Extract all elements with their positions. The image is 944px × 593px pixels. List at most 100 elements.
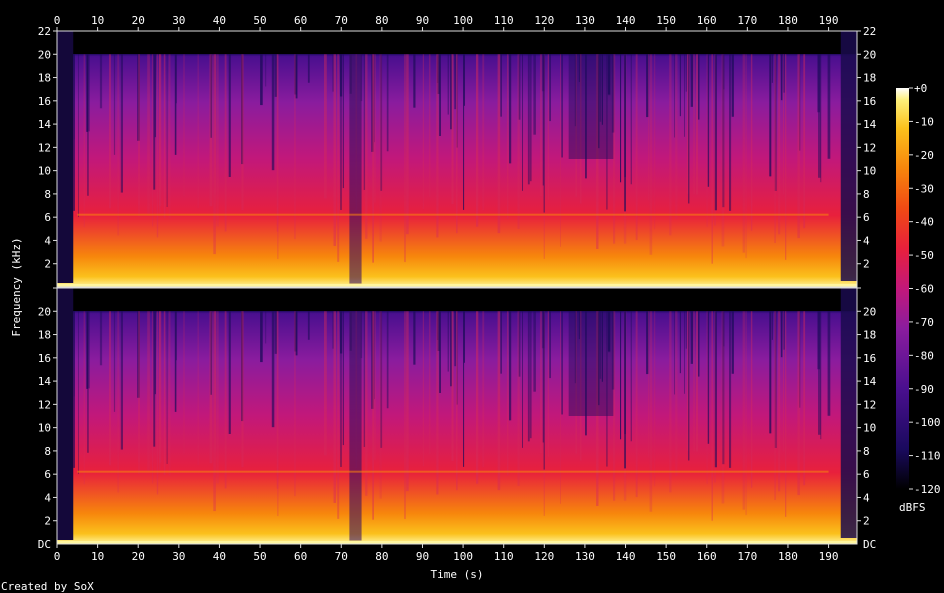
- spectral-streak: [695, 54, 698, 195]
- spectral-streak: [745, 54, 747, 259]
- spectral-streak: [159, 311, 161, 470]
- spectral-streak: [797, 311, 800, 496]
- spectral-streak: [120, 311, 123, 450]
- x-tick-label: 0: [54, 550, 61, 563]
- y-tick-label: 20: [863, 48, 876, 61]
- spectral-streak: [87, 311, 89, 453]
- spectral-streak: [439, 54, 441, 136]
- spectral-streak: [163, 54, 166, 218]
- spectral-streak: [260, 311, 263, 363]
- spectral-streak: [152, 54, 154, 227]
- x-tick-label: 80: [375, 14, 388, 27]
- y-tick-label: 10: [38, 165, 51, 178]
- spectral-streak: [404, 311, 406, 520]
- y-tick-label: 12: [863, 398, 876, 411]
- x-tick-label: 70: [335, 550, 348, 563]
- spectral-streak: [771, 54, 773, 83]
- spectral-streak: [769, 311, 772, 434]
- spectral-streak: [714, 311, 717, 468]
- x-tick-label: 70: [335, 14, 348, 27]
- colorbar-tick-label: -50: [914, 249, 934, 262]
- spectral-streak: [539, 54, 543, 197]
- spectral-streak: [698, 54, 700, 120]
- spectral-streak: [669, 311, 672, 493]
- x-tick-label: 90: [416, 14, 429, 27]
- spectral-streak: [783, 54, 785, 93]
- spectral-streak: [113, 311, 116, 412]
- spectral-streak: [340, 311, 342, 467]
- spectral-streak: [429, 311, 431, 454]
- spectral-streak: [693, 54, 695, 195]
- spectral-streak: [332, 54, 334, 92]
- y-tick-label: 18: [863, 329, 876, 342]
- y-tick-label: 12: [863, 141, 876, 154]
- spectral-streak: [500, 311, 502, 374]
- y-tick-label: 20: [863, 305, 876, 318]
- spectral-streak: [120, 54, 123, 193]
- spectral-streak: [109, 311, 111, 466]
- spectral-streak: [620, 54, 622, 183]
- x-tick-label: 140: [616, 14, 636, 27]
- spectral-streak: [500, 54, 502, 117]
- spectral-streak: [690, 54, 693, 107]
- channel-2-spectrogram: DC DC 2 2 4 4 6 6 8 8 10 10 12 12 14 14 16 16 18 18 20 20: [38, 287, 877, 551]
- y-tick-label: 10: [863, 165, 876, 178]
- y-tick-label: 6: [44, 468, 51, 481]
- spectral-streak: [635, 311, 638, 498]
- colorbar: [896, 88, 909, 489]
- spectral-streak: [166, 311, 168, 464]
- y-tick-label: 8: [44, 188, 51, 201]
- spectral-streak: [168, 54, 171, 219]
- x-tick-label: 150: [656, 14, 676, 27]
- spectral-streak: [216, 54, 219, 227]
- channel-1-spectrogram: 2 24 46 68 810 1012 1214 1416 1618 1820 2022 22: [38, 25, 877, 288]
- spectral-streak: [99, 54, 103, 109]
- spectral-streak: [820, 311, 822, 440]
- y-tick-label: 8: [863, 188, 870, 201]
- colorbar-label: dBFS: [899, 501, 926, 514]
- spectral-streak: [454, 54, 457, 110]
- spectral-streak: [333, 54, 336, 246]
- spectral-streak: [649, 54, 653, 255]
- spectral-streak: [646, 311, 649, 375]
- spectral-streak: [439, 311, 441, 393]
- x-tick-label: 170: [737, 14, 757, 27]
- spectral-streak: [109, 54, 111, 209]
- spectral-streak: [228, 54, 231, 177]
- y-tick-label: 4: [863, 491, 870, 504]
- y-tick-label: 2: [44, 515, 51, 528]
- spectral-streak: [342, 311, 344, 446]
- spectral-streak: [307, 54, 310, 83]
- spectral-streak: [294, 54, 296, 240]
- spectral-streak: [497, 311, 501, 491]
- spectral-streak: [153, 311, 156, 447]
- spectral-streak: [406, 54, 409, 235]
- y-tick-label: 6: [863, 211, 870, 224]
- quiet-highs: [568, 311, 614, 416]
- spectral-streak: [745, 311, 747, 516]
- x-tick-label: 50: [253, 14, 266, 27]
- spectral-streak: [324, 54, 327, 199]
- spectral-streak: [630, 54, 632, 185]
- x-axis-label: Time (s): [431, 568, 484, 581]
- y-tick-label: 14: [38, 375, 52, 388]
- spectral-streak: [497, 54, 501, 234]
- spectral-streak: [750, 54, 753, 231]
- spectral-streak: [722, 311, 725, 465]
- x-tick-label: 80: [375, 550, 388, 563]
- spectral-streak: [153, 54, 156, 190]
- x-tick-label: 130: [575, 14, 595, 27]
- spectral-streak: [827, 54, 831, 159]
- spectral-streak: [83, 311, 85, 485]
- spectral-streak: [213, 54, 216, 255]
- spectral-streak: [820, 54, 822, 183]
- spectral-streak: [365, 311, 368, 496]
- spectral-streak: [386, 311, 389, 409]
- spectral-streak: [674, 311, 675, 395]
- spectral-streak: [379, 311, 382, 499]
- colorbar-tick-label: -100: [914, 416, 941, 429]
- x-tick-label: 50: [253, 550, 266, 563]
- spectral-streak: [113, 54, 116, 155]
- colorbar-ticks: +0 -10 -20 -30 -40 -50 -60 -70 -80 -90 -100 -110 -12…: [909, 82, 941, 496]
- spectral-streak: [482, 311, 485, 468]
